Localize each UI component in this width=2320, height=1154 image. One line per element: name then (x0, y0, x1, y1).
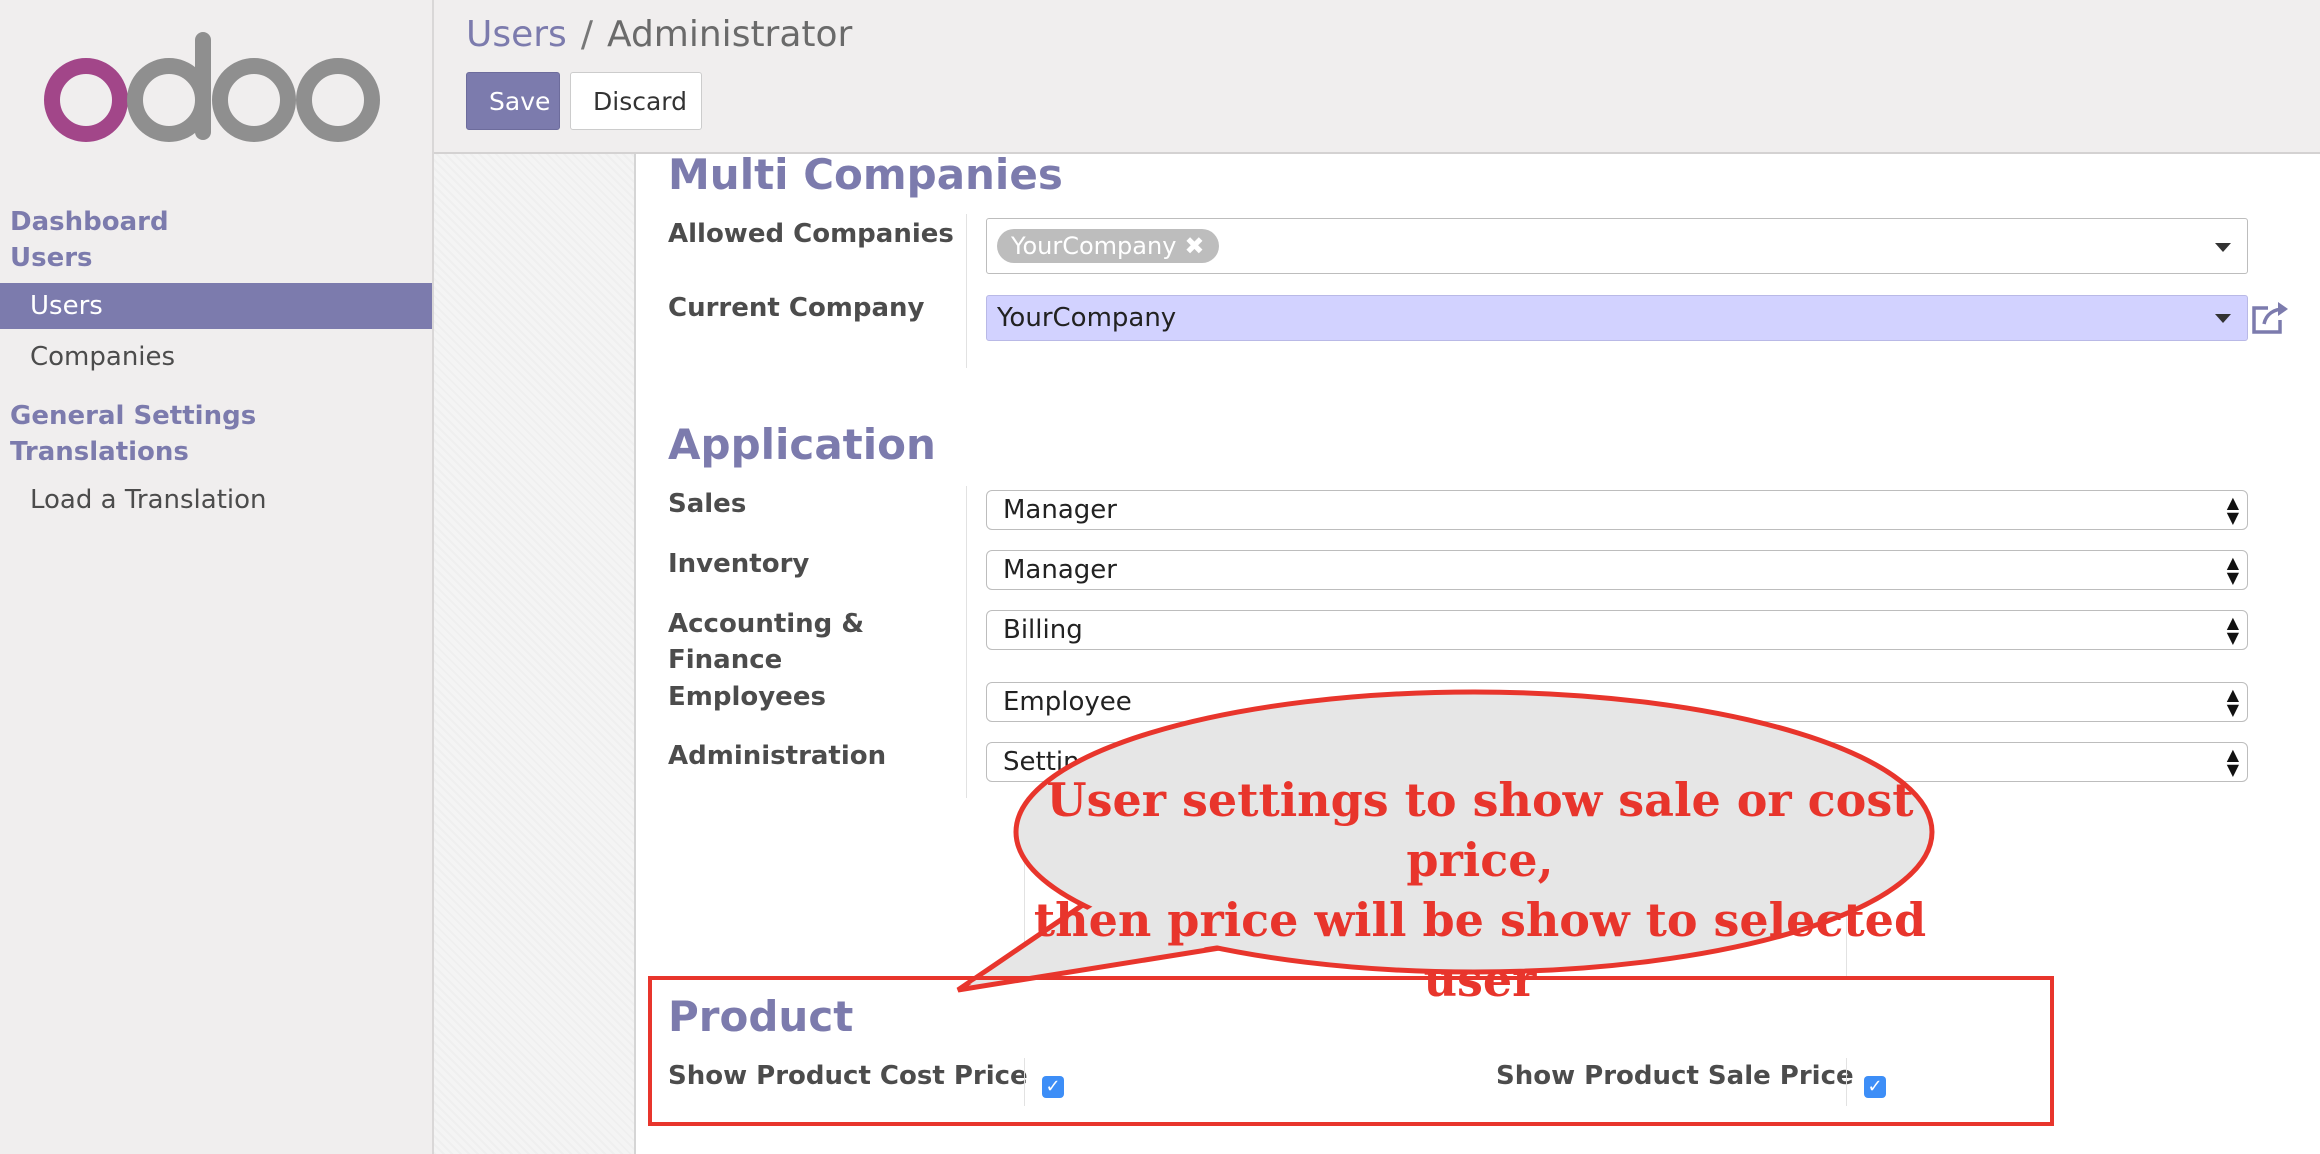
odoo-logo[interactable] (44, 30, 384, 150)
menu-header-general-settings[interactable]: General Settings (10, 398, 256, 434)
external-link-icon[interactable] (2250, 298, 2292, 338)
label-allowed-companies: Allowed Companies (668, 219, 954, 249)
sidebar-item-users[interactable]: Users (0, 283, 432, 329)
menu-header-dashboard[interactable]: Dashboard (10, 204, 169, 240)
current-company-field[interactable]: YourCompany (986, 295, 2248, 341)
sidebar-item-companies[interactable]: Companies (0, 334, 432, 380)
menu-header-users[interactable]: Users (10, 240, 93, 276)
callout-text: User settings to show sale or cost price… (1020, 770, 1940, 1010)
company-tag-label: YourCompany (1011, 232, 1177, 260)
label-sales: Sales (668, 489, 747, 519)
section-title-application: Application (668, 420, 936, 469)
sales-value: Manager (1003, 495, 1117, 525)
dropdown-caret-icon[interactable] (2215, 314, 2231, 323)
remove-tag-icon[interactable]: ✖ (1184, 232, 1204, 260)
select-arrows-icon: ▲ ▼ (2226, 685, 2239, 719)
company-tag[interactable]: YourCompany ✖ (997, 229, 1219, 263)
select-arrows-icon: ▲ ▼ (2226, 493, 2239, 527)
current-company-value: YourCompany (997, 303, 1177, 333)
control-panel: Users / Administrator Save Discard (434, 0, 2320, 154)
inventory-select[interactable]: Manager ▲ ▼ (986, 550, 2248, 590)
label-inventory: Inventory (668, 549, 810, 579)
employees-select[interactable]: Employee ▲ ▼ (986, 682, 2248, 722)
accounting-value: Billing (1003, 615, 1083, 645)
label-current-company: Current Company (668, 293, 925, 323)
menu-header-translations[interactable]: Translations (10, 434, 189, 470)
breadcrumb-separator: / (580, 14, 593, 55)
section-title-multi-companies: Multi Companies (668, 150, 1063, 199)
divider (966, 486, 967, 798)
discard-button[interactable]: Discard (570, 72, 702, 130)
save-button[interactable]: Save (466, 72, 560, 130)
product-highlight-box (648, 976, 2054, 1126)
callout-line-1: User settings to show sale or cost price… (1046, 773, 1914, 887)
label-accounting-finance: Accounting & Finance (668, 609, 865, 675)
divider (966, 214, 967, 368)
label-administration: Administration (668, 741, 887, 771)
accounting-select[interactable]: Billing ▲ ▼ (986, 610, 2248, 650)
sidebar-item-load-translation[interactable]: Load a Translation (0, 477, 432, 523)
select-arrows-icon: ▲ ▼ (2226, 745, 2239, 779)
breadcrumb-current: Administrator (606, 14, 853, 55)
sidebar: Dashboard Users Users Companies General … (0, 0, 434, 1154)
select-arrows-icon: ▲ ▼ (2226, 553, 2239, 587)
label-employees: Employees (668, 682, 826, 712)
sales-select[interactable]: Manager ▲ ▼ (986, 490, 2248, 530)
select-arrows-icon: ▲ ▼ (2226, 613, 2239, 647)
breadcrumb-parent[interactable]: Users (466, 14, 567, 55)
inventory-value: Manager (1003, 555, 1117, 585)
allowed-companies-field[interactable]: YourCompany ✖ (986, 218, 2248, 274)
dropdown-caret-icon[interactable] (2215, 243, 2231, 252)
employees-value: Employee (1003, 687, 1132, 717)
breadcrumb: Users / Administrator (466, 14, 852, 55)
